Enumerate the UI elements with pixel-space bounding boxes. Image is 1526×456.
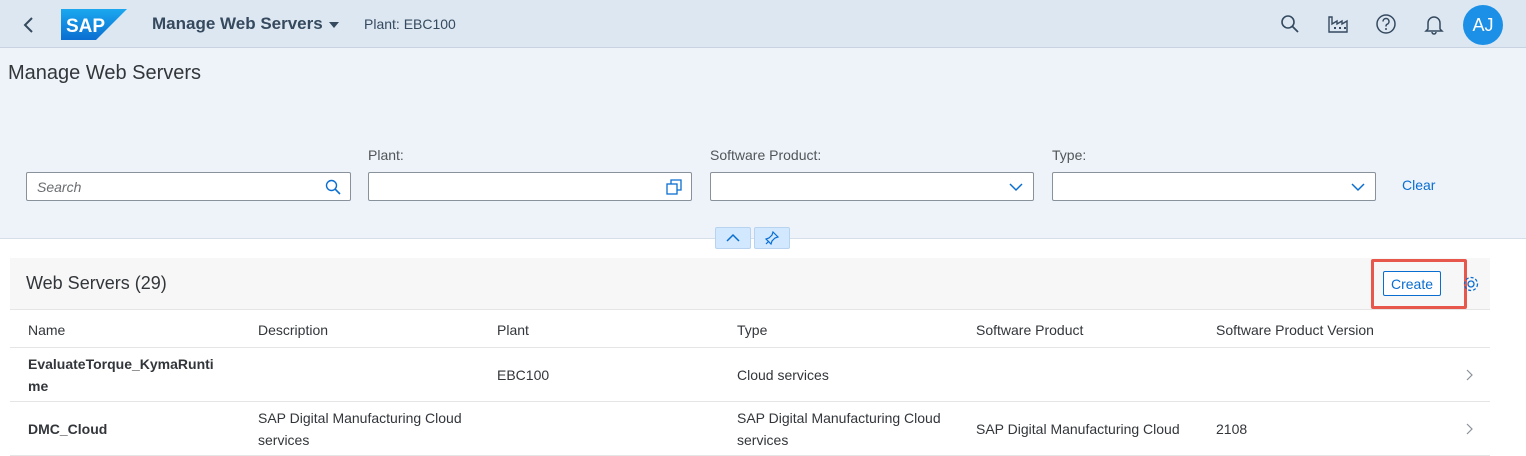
value-help-icon[interactable] bbox=[665, 178, 683, 196]
table-toolbar: Web Servers (29) Create bbox=[10, 258, 1490, 310]
row-description: SAP Digital Manufacturing Cloud services bbox=[258, 410, 462, 448]
table-row[interactable]: EvaluateTorque_KymaRunti me EBC100 Cloud… bbox=[10, 348, 1490, 402]
search-icon bbox=[1281, 15, 1299, 33]
column-software-product-version[interactable]: Software Product Version bbox=[1216, 322, 1374, 338]
row-software-product: SAP Digital Manufacturing Cloud bbox=[976, 421, 1180, 437]
table-title: Web Servers (29) bbox=[26, 273, 167, 293]
column-plant[interactable]: Plant bbox=[497, 322, 529, 338]
filter-header: Manage Web Servers Search Plant: Softwar… bbox=[0, 48, 1526, 239]
table-row[interactable]: DMC_Cloud SAP Digital Manufacturing Clou… bbox=[10, 402, 1490, 456]
svg-text:SAP: SAP bbox=[66, 16, 105, 37]
plant-input[interactable] bbox=[368, 172, 692, 201]
row-name: DMC_Cloud bbox=[28, 421, 108, 437]
create-button[interactable]: Create bbox=[1383, 271, 1441, 296]
chevron-left-icon bbox=[23, 17, 33, 33]
column-type[interactable]: Type bbox=[737, 322, 767, 338]
plant-label: Plant: bbox=[368, 147, 404, 163]
notifications-button[interactable] bbox=[1420, 10, 1448, 38]
column-name[interactable]: Name bbox=[28, 322, 65, 338]
search-button[interactable] bbox=[1276, 10, 1304, 38]
pin-icon bbox=[765, 231, 779, 245]
type-label: Type: bbox=[1052, 147, 1087, 163]
sap-logo[interactable]: SAP bbox=[61, 9, 127, 40]
gear-icon bbox=[1463, 276, 1479, 292]
clear-button[interactable]: Clear bbox=[1402, 177, 1435, 193]
column-software-product[interactable]: Software Product bbox=[976, 322, 1083, 338]
help-button[interactable] bbox=[1372, 10, 1400, 38]
help-icon bbox=[1376, 14, 1396, 34]
software-product-select[interactable] bbox=[710, 172, 1034, 201]
software-product-label: Software Product: bbox=[710, 147, 822, 163]
bell-icon bbox=[1424, 16, 1444, 35]
search-field[interactable]: Search bbox=[26, 172, 351, 201]
page-title: Manage Web Servers bbox=[8, 62, 202, 84]
type-select[interactable] bbox=[1052, 172, 1376, 201]
row-plant: EBC100 bbox=[497, 367, 550, 383]
back-button[interactable] bbox=[16, 12, 42, 38]
chevron-right-icon bbox=[1464, 368, 1474, 382]
caret-down-icon bbox=[328, 22, 339, 28]
factory-icon bbox=[1328, 16, 1348, 33]
search-placeholder: Search bbox=[37, 179, 82, 195]
chevron-up-icon bbox=[726, 233, 740, 242]
search-icon[interactable] bbox=[324, 178, 342, 196]
app-title: Manage Web Servers bbox=[152, 14, 323, 33]
app-title-menu[interactable]: Manage Web Servers bbox=[152, 14, 339, 34]
collapse-header-button[interactable] bbox=[715, 227, 751, 249]
chevron-down-icon bbox=[1007, 178, 1025, 196]
shell-bar: SAP Manage Web Servers Plant: EBC100 AJ bbox=[0, 0, 1526, 48]
web-servers-table: Web Servers (29) Create Name Description… bbox=[10, 258, 1490, 456]
row-type: Cloud services bbox=[737, 367, 829, 383]
row-software-product-version: 2108 bbox=[1216, 421, 1248, 437]
row-type: SAP Digital Manufacturing Cloud services bbox=[737, 410, 941, 448]
chevron-down-icon bbox=[1349, 178, 1367, 196]
table-header: Name Description Plant Type Software Pro… bbox=[10, 310, 1490, 348]
plant-button[interactable] bbox=[1324, 10, 1352, 38]
plant-context: Plant: EBC100 bbox=[364, 16, 456, 32]
column-description[interactable]: Description bbox=[258, 322, 328, 338]
pin-header-button[interactable] bbox=[754, 227, 790, 249]
chevron-right-icon bbox=[1464, 422, 1474, 436]
table-settings-button[interactable] bbox=[1461, 274, 1481, 294]
row-name: EvaluateTorque_KymaRunti me bbox=[28, 356, 214, 394]
user-avatar[interactable]: AJ bbox=[1463, 5, 1503, 45]
